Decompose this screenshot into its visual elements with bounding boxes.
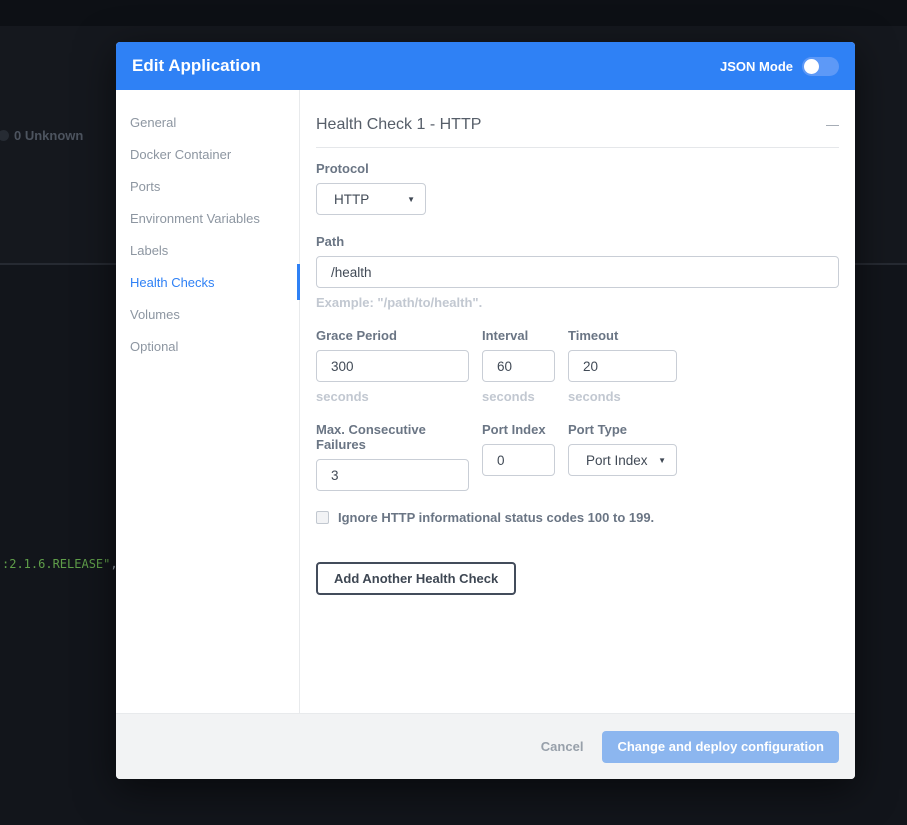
grace-period-group: Grace Period seconds xyxy=(316,328,469,404)
max-failures-input[interactable] xyxy=(316,459,469,491)
max-failures-label: Max. Consecutive Failures xyxy=(316,422,469,452)
port-type-label: Port Type xyxy=(568,422,677,437)
add-health-check-button[interactable]: Add Another Health Check xyxy=(316,562,516,595)
port-type-group: Port Type Port Index ▼ xyxy=(568,422,677,491)
port-type-select[interactable]: Port Index ▼ xyxy=(568,444,677,476)
json-mode-label: JSON Mode xyxy=(720,59,793,74)
timeout-helper: seconds xyxy=(568,389,677,404)
background-code-line: :2.1.6.RELEASE", xyxy=(2,557,118,571)
protocol-label: Protocol xyxy=(316,161,839,176)
unknown-status-label: 0 Unknown xyxy=(14,128,83,143)
protocol-selected-value: HTTP xyxy=(334,192,369,207)
sidebar-item-health-checks[interactable]: Health Checks xyxy=(116,266,299,298)
modal-footer: Cancel Change and deploy configuration xyxy=(116,713,855,779)
sidebar-item-docker-container[interactable]: Docker Container xyxy=(116,138,299,170)
timeout-label: Timeout xyxy=(568,328,677,343)
health-checks-panel: Health Check 1 - HTTP — Protocol HTTP ▼ … xyxy=(300,90,855,713)
ignore-http-checkbox-label: Ignore HTTP informational status codes 1… xyxy=(338,510,654,525)
grace-period-input[interactable] xyxy=(316,350,469,382)
port-type-selected-value: Port Index xyxy=(586,453,648,468)
modal-sidebar: General Docker Container Ports Environme… xyxy=(116,90,300,713)
protocol-select[interactable]: HTTP ▼ xyxy=(316,183,426,215)
grace-period-label: Grace Period xyxy=(316,328,469,343)
sidebar-item-general[interactable]: General xyxy=(116,106,299,138)
sidebar-item-labels[interactable]: Labels xyxy=(116,234,299,266)
grace-period-helper: seconds xyxy=(316,389,469,404)
protocol-group: Protocol HTTP ▼ xyxy=(316,161,839,215)
sidebar-item-volumes[interactable]: Volumes xyxy=(116,298,299,330)
sidebar-item-ports[interactable]: Ports xyxy=(116,170,299,202)
unknown-status: 0 Unknown xyxy=(14,128,83,143)
active-indicator xyxy=(297,264,300,300)
path-label: Path xyxy=(316,234,839,249)
port-row: Max. Consecutive Failures Port Index Por… xyxy=(316,422,839,491)
chevron-down-icon: ▼ xyxy=(658,456,666,465)
section-header: Health Check 1 - HTTP — xyxy=(316,116,839,148)
toggle-knob-icon xyxy=(804,59,819,74)
checkbox-unchecked-icon[interactable] xyxy=(316,511,329,524)
chevron-down-icon: ▼ xyxy=(407,195,415,204)
section-title: Health Check 1 - HTTP xyxy=(316,116,481,134)
cancel-button[interactable]: Cancel xyxy=(541,739,584,754)
max-failures-group: Max. Consecutive Failures xyxy=(316,422,469,491)
modal-body: General Docker Container Ports Environme… xyxy=(116,90,855,713)
path-helper: Example: "/path/to/health". xyxy=(316,295,839,310)
port-index-group: Port Index xyxy=(482,422,555,491)
edit-application-modal: Edit Application JSON Mode General Docke… xyxy=(116,42,855,779)
sidebar-item-environment-variables[interactable]: Environment Variables xyxy=(116,202,299,234)
modal-title: Edit Application xyxy=(132,56,261,76)
timing-row: Grace Period seconds Interval seconds Ti… xyxy=(316,328,839,404)
sidebar-item-label: Health Checks xyxy=(130,275,215,290)
json-mode-control: JSON Mode xyxy=(720,57,839,76)
interval-group: Interval seconds xyxy=(482,328,555,404)
interval-helper: seconds xyxy=(482,389,555,404)
path-input[interactable] xyxy=(316,256,839,288)
interval-label: Interval xyxy=(482,328,555,343)
sidebar-item-optional[interactable]: Optional xyxy=(116,330,299,362)
path-group: Path Example: "/path/to/health". xyxy=(316,234,839,310)
modal-header: Edit Application JSON Mode xyxy=(116,42,855,90)
port-index-input[interactable] xyxy=(482,444,555,476)
timeout-group: Timeout seconds xyxy=(568,328,677,404)
json-mode-toggle[interactable] xyxy=(802,57,839,76)
port-index-label: Port Index xyxy=(482,422,555,437)
code-text: :2.1.6.RELEASE" xyxy=(2,557,110,571)
timeout-input[interactable] xyxy=(568,350,677,382)
change-and-deploy-button[interactable]: Change and deploy configuration xyxy=(602,731,839,763)
ignore-http-checkbox-row[interactable]: Ignore HTTP informational status codes 1… xyxy=(316,510,839,525)
collapse-icon[interactable]: — xyxy=(826,120,839,130)
interval-input[interactable] xyxy=(482,350,555,382)
page-top-bar xyxy=(0,0,907,26)
